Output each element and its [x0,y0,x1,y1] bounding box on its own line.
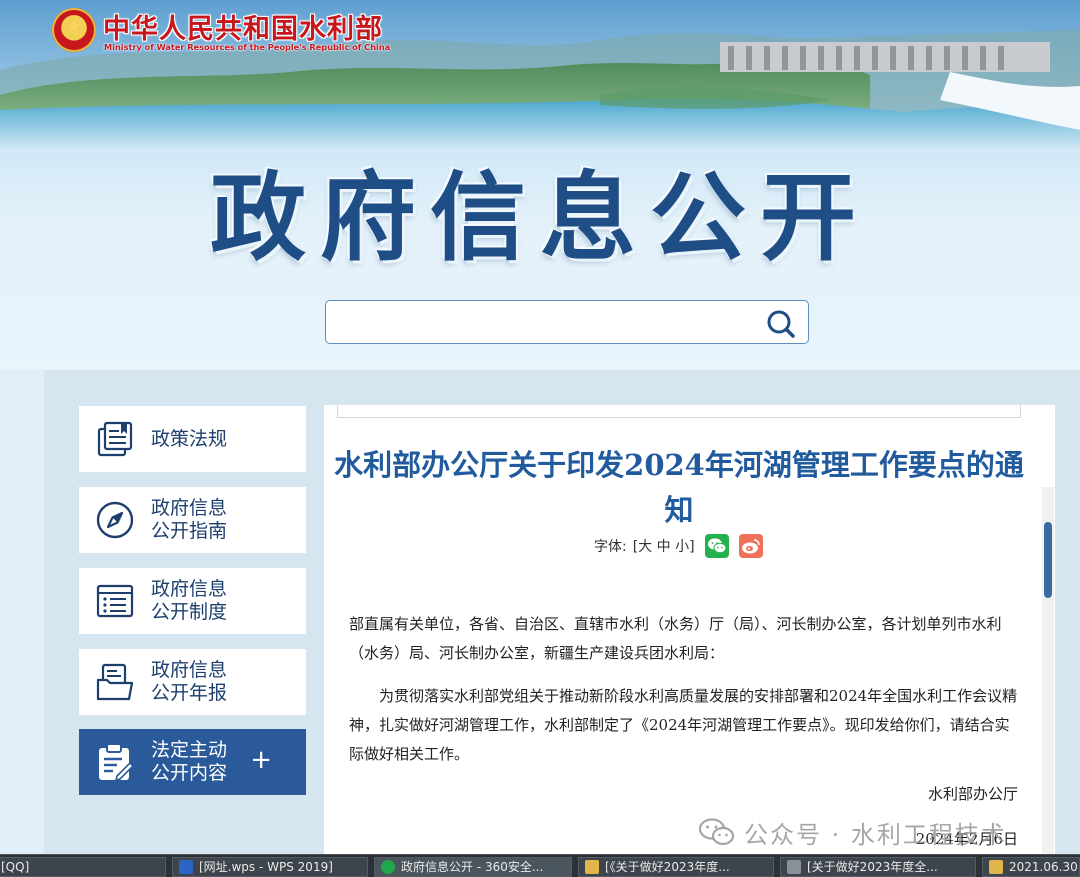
national-emblem-icon [52,8,96,52]
list-doc-icon [96,584,134,618]
ministry-name-cn[interactable]: 中华人民共和国水利部 [103,7,383,46]
browser-icon [381,860,395,874]
folder-icon [989,860,1003,874]
compass-icon [96,501,134,539]
watermark: 公众号 · 水利工程技术 [698,812,1007,852]
watermark-text: 公众号 · 水利工程技术 [744,820,1007,849]
taskbar-item-folder-2[interactable]: 2021.06.30 [982,857,1080,877]
sidebar-item-proactive-disclosure[interactable]: 法定主动公开内容 + [79,729,306,795]
article-signer: 水利部办公厅 [927,785,1018,803]
taskbar-item-label: 2021.06.30 [1009,860,1078,874]
article-salutation: 部直属有关单位，各省、自治区、直辖市水利（水务）厅（局）、河长制办公室，各计划单… [349,615,1002,662]
weibo-share-icon[interactable] [738,534,763,558]
taskbar-item-browser[interactable]: 政府信息公开 - 360安全... [374,857,572,877]
article-scrollbar[interactable] [1042,487,1054,854]
sidebar-item-policy-regulations[interactable]: 政策法规 [79,406,306,472]
article-tools: 字体: [大 中 小] [594,533,763,559]
taskbar: [QQ] [网址.wps - WPS 2019] 政府信息公开 - 360安全.… [0,854,1080,877]
search-icon[interactable] [766,309,796,339]
font-size-label: 字体: [594,539,627,555]
scrollbar-thumb[interactable] [1044,522,1052,598]
wechat-watermark-icon [698,818,735,846]
font-size-options[interactable]: [大 中 小] [633,536,695,556]
expand-icon[interactable]: + [250,747,272,773]
sidebar-item-label: 政府信息公开指南 [151,497,228,542]
taskbar-item-qq[interactable]: [QQ] [0,857,166,877]
article-title: 水利部办公厅关于印发2024年河湖管理工作要点的通知 [334,448,1024,527]
folder-doc-icon [96,663,134,701]
wechat-share-icon[interactable] [704,534,729,558]
taskbar-item-label: [关于做好2023年度全... [807,860,938,874]
taskbar-item-label: [QQ] [1,860,30,874]
sidebar-item-label: 政策法规 [151,427,228,450]
taskbar-item-document[interactable]: [关于做好2023年度全... [780,857,976,877]
search-box [325,300,809,344]
book-icon [97,421,133,457]
page-banner-title: 政府信息公开 [210,162,870,274]
taskbar-item-label: 政府信息公开 - 360安全... [401,860,544,874]
document-icon [787,860,801,874]
search-input[interactable] [336,309,750,337]
sidebar-item-annual-report[interactable]: 政府信息公开年报 [79,649,306,715]
article-top-border [337,405,1021,418]
wps-app-icon [179,860,193,874]
article-panel: 水利部办公厅关于印发2024年河湖管理工作要点的通知 字体: [大 中 小] 部… [324,405,1055,854]
sidebar-item-label: 政府信息公开年报 [151,659,228,704]
sidebar-item-label: 法定主动公开内容 [151,739,228,784]
header-banner: 中华人民共和国水利部 Ministry of Water Resources o… [0,0,1080,370]
sidebar-item-disclosure-guide[interactable]: 政府信息公开指南 [79,487,306,553]
article-paragraph: 为贯彻落实水利部党组关于推动新阶段水利高质量发展的安排部署和2024年全国水利工… [349,687,1018,763]
clipboard-edit-icon [99,743,135,782]
folder-icon [585,860,599,874]
taskbar-item-label: [网址.wps - WPS 2019] [199,860,333,874]
sidebar-item-label: 政府信息公开制度 [151,578,228,623]
taskbar-item-label: [《关于做好2023年度... [605,860,730,874]
taskbar-item-wps[interactable]: [网址.wps - WPS 2019] [172,857,368,877]
taskbar-item-folder-1[interactable]: [《关于做好2023年度... [578,857,774,877]
ministry-name-en: Ministry of Water Resources of the Peopl… [104,42,391,52]
sidebar-item-disclosure-system[interactable]: 政府信息公开制度 [79,568,306,634]
